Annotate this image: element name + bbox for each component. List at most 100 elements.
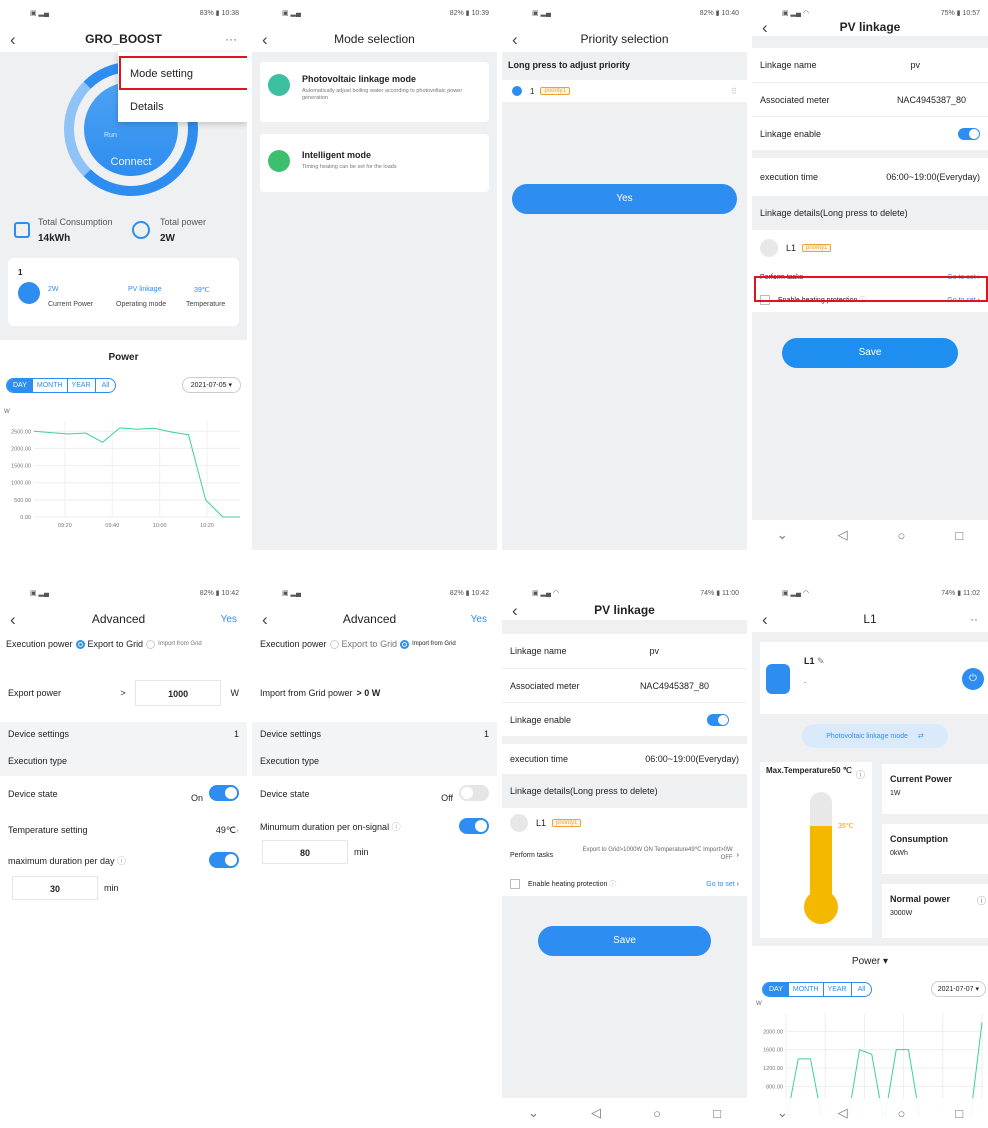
nav-bar: ⌄ ◁ ○ □: [752, 520, 988, 550]
back-icon[interactable]: ‹: [762, 611, 782, 628]
linkage-name-row[interactable]: Linkage name pv: [752, 48, 988, 82]
linkage-name-row[interactable]: Linkage name pv: [502, 634, 747, 668]
highlight-box: [119, 56, 247, 90]
back-icon[interactable]: ‹: [262, 611, 282, 628]
time-row[interactable]: execution time 06:00~19:00(Everyday): [502, 744, 747, 774]
yes-button[interactable]: Yes: [457, 614, 487, 625]
goto-set-link[interactable]: Go to set: [706, 881, 734, 888]
import-radio[interactable]: [146, 639, 156, 649]
details-label: Linkage details(Long press to delete): [760, 208, 908, 218]
export-radio[interactable]: [75, 639, 85, 649]
back-icon[interactable]: ‹: [512, 602, 532, 619]
device-state-toggle[interactable]: [209, 785, 239, 801]
meter-row[interactable]: Associated meter NAC4945387_80: [502, 668, 747, 702]
tab-year[interactable]: YEAR: [822, 982, 851, 996]
max-duration-toggle[interactable]: [209, 852, 239, 868]
protection-checkbox[interactable]: [510, 879, 520, 890]
device-name: L1 ✎: [804, 656, 825, 666]
home-nav-icon[interactable]: ○: [898, 528, 906, 543]
time-row[interactable]: execution time 06:00~19:00(Everyday): [752, 158, 988, 196]
mode-intelligent[interactable]: Intelligent mode Timing heating can be se…: [260, 134, 489, 192]
more-icon[interactable]: ···: [217, 32, 237, 46]
more-icon[interactable]: ··: [958, 612, 978, 626]
tab-day[interactable]: DAY: [7, 378, 33, 392]
min-duration-toggle[interactable]: [459, 818, 489, 834]
home-nav-icon[interactable]: ○: [653, 1106, 661, 1121]
l1-row[interactable]: L1 priority1: [752, 230, 988, 266]
edit-icon[interactable]: ✎: [817, 656, 825, 666]
l1-row[interactable]: L1 priority1: [502, 808, 747, 838]
meter-row[interactable]: Associated meter NAC4945387_80: [752, 82, 988, 116]
tab-all[interactable]: All: [850, 982, 872, 996]
signal-icon: ▣ ▂▄: [30, 10, 49, 17]
back-icon[interactable]: ‹: [262, 31, 282, 48]
recent-nav-icon[interactable]: □: [955, 1106, 963, 1121]
device-number: 1: [18, 268, 23, 277]
power-title[interactable]: Power ▾: [752, 956, 988, 967]
duration-input[interactable]: 30: [12, 876, 98, 900]
l1-label: L1: [786, 243, 797, 253]
yes-button[interactable]: Yes: [207, 614, 237, 625]
yes-button[interactable]: Yes: [512, 184, 737, 214]
y-tick-label: 2000.00: [11, 446, 31, 452]
clock-icon: [268, 150, 290, 172]
priority-item[interactable]: 1 priority1 ⠿: [502, 80, 747, 102]
back-nav-icon[interactable]: ◁: [838, 1105, 848, 1121]
enable-toggle[interactable]: [707, 713, 729, 726]
back-icon[interactable]: ‹: [512, 31, 532, 48]
max-duration-row: maximum duration per day ⓘ: [0, 848, 247, 872]
tab-day[interactable]: DAY: [763, 982, 789, 996]
tab-month[interactable]: MONTH: [33, 379, 67, 392]
menu-details[interactable]: Details: [118, 87, 247, 122]
enable-toggle[interactable]: [958, 127, 980, 140]
mode-pv[interactable]: Photovoltaic linkage mode Automatically a…: [260, 62, 489, 122]
tab-month[interactable]: MONTH: [789, 983, 823, 996]
perform-tasks-row[interactable]: Perform tasks Export to Grid>1000W ON Tem…: [502, 838, 747, 872]
back-icon[interactable]: ‹: [10, 31, 30, 48]
temperature-row[interactable]: Temperature setting 49℃›: [0, 812, 247, 848]
thermo-card: Max.Temperature50 ℃ ⓘ 35℃: [760, 762, 872, 938]
info-icon[interactable]: ⓘ: [856, 768, 865, 781]
back-icon[interactable]: ‹: [762, 19, 782, 36]
time-label: execution time: [510, 754, 569, 764]
power-icon[interactable]: ⏻: [962, 668, 984, 690]
info-icon[interactable]: ⓘ: [977, 894, 986, 907]
info-icon[interactable]: ⓘ: [392, 822, 401, 832]
recent-nav-icon[interactable]: □: [955, 528, 963, 543]
collapse-icon[interactable]: ⌄: [777, 527, 788, 543]
info-icon[interactable]: ⓘ: [609, 881, 616, 888]
collapse-icon[interactable]: ⌄: [777, 1105, 788, 1121]
device-count: 1: [233, 729, 239, 739]
back-icon[interactable]: ‹: [10, 611, 30, 628]
status-bar: ▣ ▂▄ 83% ▮ 10:38: [0, 0, 247, 26]
export-power-label: Export power: [8, 688, 62, 698]
export-radio[interactable]: [329, 639, 339, 649]
device-state-row: Device state On: [0, 776, 247, 812]
min-duration-input[interactable]: 80: [262, 840, 348, 864]
save-button[interactable]: Save: [538, 926, 711, 956]
home-nav-icon[interactable]: ○: [898, 1106, 906, 1121]
date-picker[interactable]: 2021-07-07 ▾: [930, 981, 986, 997]
back-nav-icon[interactable]: ◁: [591, 1105, 601, 1121]
recent-nav-icon[interactable]: □: [713, 1106, 721, 1121]
device-state-toggle[interactable]: [459, 785, 489, 801]
priority-hint: Long press to adjust priority: [508, 60, 631, 70]
import-power-value: > 0 W: [356, 688, 381, 698]
max-temp-label: Max.Temperature50 ℃: [766, 766, 852, 775]
device-card[interactable]: 1 2W PV linkage 39℃ Current Power Operat…: [8, 258, 239, 326]
back-nav-icon[interactable]: ◁: [838, 527, 848, 543]
task-summary: Export to Grid>1000W ON Temperature49℃ I…: [582, 847, 733, 861]
import-radio[interactable]: [400, 639, 410, 649]
date-picker[interactable]: 2021-07-05 ▾: [181, 377, 241, 393]
collapse-icon[interactable]: ⌄: [528, 1105, 539, 1121]
total-power-label: Total power: [160, 216, 207, 227]
drag-handle-icon[interactable]: ⠿: [731, 87, 737, 96]
mode-switch[interactable]: Photovoltaic linkage mode ⇄: [802, 724, 948, 748]
info-icon[interactable]: ⓘ: [117, 856, 126, 866]
y-tick-label: 1000.00: [11, 481, 31, 487]
export-power-input[interactable]: 1000: [135, 680, 222, 706]
tab-all[interactable]: All: [94, 378, 116, 392]
time-label: execution time: [760, 172, 819, 182]
tab-year[interactable]: YEAR: [66, 378, 95, 392]
save-button[interactable]: Save: [782, 338, 958, 368]
